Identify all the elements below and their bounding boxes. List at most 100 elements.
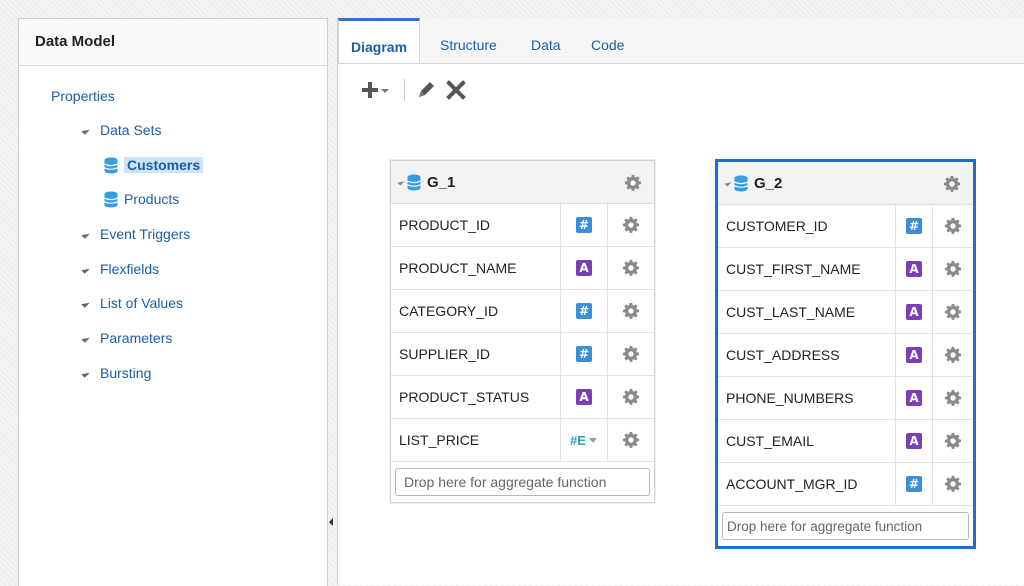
tab-structure[interactable]: Structure bbox=[440, 37, 497, 53]
number-expression-dropdown-icon[interactable]: #E bbox=[570, 433, 598, 448]
group-g1[interactable]: G_1 PRODUCT_ID # PRODUCT_NAME A CATEGORY… bbox=[390, 160, 655, 503]
number-type-icon: # bbox=[576, 217, 592, 233]
column-name: PHONE_NUMBERS bbox=[726, 390, 854, 406]
gear-icon[interactable] bbox=[944, 260, 962, 278]
tree-item-bursting[interactable]: Bursting bbox=[81, 361, 152, 385]
column-name: CUST_FIRST_NAME bbox=[726, 261, 861, 277]
type-cell: # bbox=[560, 333, 607, 375]
group-header[interactable]: G_2 bbox=[718, 162, 973, 205]
tab-diagram[interactable]: Diagram bbox=[338, 18, 421, 63]
tree-item-parameters[interactable]: Parameters bbox=[81, 326, 172, 350]
gear-icon[interactable] bbox=[622, 302, 640, 320]
column-name: CUST_ADDRESS bbox=[726, 347, 840, 363]
add-button[interactable] bbox=[360, 79, 390, 101]
gear-icon[interactable] bbox=[622, 259, 640, 277]
row-settings[interactable] bbox=[932, 463, 973, 505]
table-row[interactable]: CUST_FIRST_NAME A bbox=[718, 248, 973, 291]
column-name: PRODUCT_ID bbox=[399, 217, 491, 233]
row-settings[interactable] bbox=[932, 205, 973, 247]
gear-icon[interactable] bbox=[622, 431, 640, 449]
type-cell: # bbox=[895, 463, 932, 505]
tab-data[interactable]: Data bbox=[531, 37, 561, 53]
gear-icon[interactable] bbox=[944, 475, 962, 493]
row-settings[interactable] bbox=[607, 419, 654, 461]
tree-label: Customers bbox=[124, 157, 204, 173]
table-row[interactable]: PRODUCT_NAME A bbox=[391, 247, 654, 290]
row-settings[interactable] bbox=[607, 247, 654, 289]
row-settings[interactable] bbox=[932, 377, 973, 419]
column-name: LIST_PRICE bbox=[399, 432, 480, 448]
expand-triangle-icon[interactable] bbox=[81, 298, 90, 308]
gear-icon[interactable] bbox=[624, 174, 642, 192]
gear-icon[interactable] bbox=[944, 346, 962, 364]
plus-dropdown-icon bbox=[362, 82, 389, 98]
tree-label: Event Triggers bbox=[100, 226, 191, 242]
expand-triangle-icon[interactable] bbox=[81, 333, 90, 343]
row-settings[interactable] bbox=[932, 248, 973, 290]
gear-icon[interactable] bbox=[944, 432, 962, 450]
expand-triangle-icon[interactable] bbox=[81, 125, 90, 135]
table-row[interactable]: LIST_PRICE #E bbox=[391, 419, 654, 462]
row-settings[interactable] bbox=[932, 334, 973, 376]
table-row[interactable]: PRODUCT_STATUS A bbox=[391, 376, 654, 419]
diagram-toolbar bbox=[360, 78, 467, 102]
table-row[interactable]: PHONE_NUMBERS A bbox=[718, 377, 973, 420]
delete-button[interactable] bbox=[445, 79, 467, 101]
gear-icon[interactable] bbox=[944, 389, 962, 407]
data-model-panel: Data Model Properties Data Sets Customer… bbox=[18, 18, 328, 586]
expand-triangle-icon[interactable] bbox=[724, 179, 732, 187]
aggregate-drop-zone[interactable]: Drop here for aggregate function bbox=[722, 512, 969, 540]
gear-icon[interactable] bbox=[944, 217, 962, 235]
tree-item-list-of-values[interactable]: List of Values bbox=[81, 291, 183, 315]
gear-icon[interactable] bbox=[943, 175, 961, 193]
table-row[interactable]: PRODUCT_ID # bbox=[391, 204, 654, 247]
expand-triangle-icon[interactable] bbox=[81, 264, 90, 274]
expand-triangle-icon[interactable] bbox=[81, 229, 90, 239]
expand-triangle-icon[interactable] bbox=[81, 368, 90, 378]
aggregate-drop-zone[interactable]: Drop here for aggregate function bbox=[395, 468, 650, 496]
type-cell[interactable]: #E bbox=[560, 419, 607, 461]
table-row[interactable]: CUST_EMAIL A bbox=[718, 420, 973, 463]
edit-button[interactable] bbox=[415, 79, 437, 101]
collapse-arrow-icon[interactable] bbox=[329, 518, 333, 526]
database-icon bbox=[104, 157, 118, 174]
gear-icon[interactable] bbox=[622, 388, 640, 406]
gear-icon[interactable] bbox=[622, 216, 640, 234]
tree-item-properties[interactable]: Properties bbox=[51, 84, 115, 108]
table-row[interactable]: CUST_LAST_NAME A bbox=[718, 291, 973, 334]
tree-item-flexfields[interactable]: Flexfields bbox=[81, 257, 159, 281]
table-row[interactable]: CATEGORY_ID # bbox=[391, 290, 654, 333]
chevron-down-icon bbox=[588, 438, 597, 443]
row-settings[interactable] bbox=[607, 333, 654, 375]
row-settings[interactable] bbox=[932, 420, 973, 462]
table-row[interactable]: ACCOUNT_MGR_ID # bbox=[718, 463, 973, 506]
close-icon bbox=[446, 80, 466, 100]
tree-item-customers[interactable]: Customers bbox=[104, 153, 204, 177]
database-icon bbox=[734, 175, 748, 192]
row-settings[interactable] bbox=[932, 291, 973, 333]
tree-item-products[interactable]: Products bbox=[104, 187, 179, 211]
gear-icon[interactable] bbox=[622, 345, 640, 363]
gear-icon[interactable] bbox=[944, 303, 962, 321]
row-settings[interactable] bbox=[607, 376, 654, 418]
group-header[interactable]: G_1 bbox=[391, 161, 654, 204]
tree-label: Properties bbox=[51, 88, 115, 104]
tab-code[interactable]: Code bbox=[591, 37, 624, 53]
table-row[interactable]: CUST_ADDRESS A bbox=[718, 334, 973, 377]
table-row[interactable]: SUPPLIER_ID # bbox=[391, 333, 654, 376]
column-name: CUST_EMAIL bbox=[726, 433, 814, 449]
row-settings[interactable] bbox=[607, 290, 654, 332]
tree-label: Bursting bbox=[100, 365, 152, 381]
database-icon bbox=[104, 191, 118, 208]
panel-splitter[interactable] bbox=[326, 497, 336, 547]
string-type-icon: A bbox=[906, 347, 922, 363]
tree-item-data-sets[interactable]: Data Sets bbox=[81, 118, 161, 142]
editor-panel: Diagram Structure Data Code G_1 PRODUCT_… bbox=[337, 18, 1024, 585]
row-settings[interactable] bbox=[607, 204, 654, 246]
expand-triangle-icon[interactable] bbox=[397, 178, 405, 186]
type-cell: A bbox=[895, 420, 932, 462]
table-row[interactable]: CUSTOMER_ID # bbox=[718, 205, 973, 248]
tree-item-event-triggers[interactable]: Event Triggers bbox=[81, 222, 191, 246]
type-cell: A bbox=[560, 376, 607, 418]
group-g2[interactable]: G_2 CUSTOMER_ID # CUST_FIRST_NAME A CUST… bbox=[715, 159, 976, 549]
